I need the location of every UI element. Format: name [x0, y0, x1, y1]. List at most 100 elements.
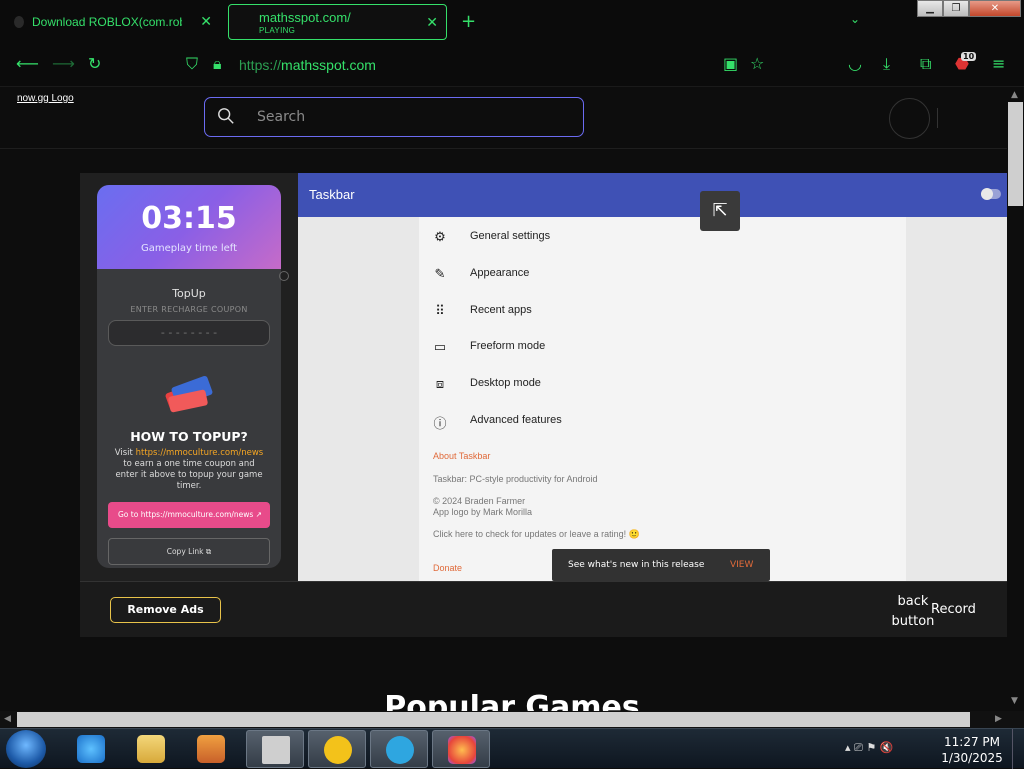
tab-bar: Download ROBLOX(com.roblox ✕ mathsspot.c…: [0, 0, 1024, 44]
url-bar[interactable]: https://mathsspot.com: [239, 57, 376, 73]
search-input[interactable]: Search: [204, 97, 584, 137]
horizontal-scrollbar[interactable]: ◀ ▶: [0, 711, 1024, 728]
gameplay-timer: 03:15: [141, 201, 237, 236]
download-icon[interactable]: ⤓: [883, 56, 890, 72]
game-controls-bar: Remove Ads back button Record: [80, 581, 1007, 637]
back-arrow-icon[interactable]: ⟵: [16, 56, 39, 72]
firefox-icon: [448, 736, 476, 764]
url-host: mathsspot.com: [281, 57, 376, 73]
taskbar-ldplayer[interactable]: [308, 730, 366, 768]
scroll-up-icon[interactable]: ▲: [1011, 90, 1018, 100]
url-scheme: https://: [239, 57, 282, 73]
tab-title: Download ROBLOX(com.roblox: [32, 15, 182, 29]
menu-item-label: Freeform mode: [470, 340, 546, 352]
taskbar-toggle[interactable]: [981, 188, 1001, 200]
folder-icon: [137, 735, 165, 763]
settings-list: ⚙ General settings ✎ Appearance ⠿ Recent ap…: [419, 217, 906, 581]
shield-icon[interactable]: ⛉: [186, 56, 198, 72]
remove-ads-button[interactable]: Remove Ads: [110, 597, 221, 623]
windows-taskbar: ▴ ⎚ ⚑ 🔇 11:27 PM 1/30/2025: [0, 728, 1024, 769]
media-player-icon: [197, 735, 225, 763]
minecraft-creeper-icon: [262, 736, 290, 764]
gear-icon: ⚙: [434, 229, 446, 244]
show-desktop-button[interactable]: [1012, 729, 1024, 769]
avatar[interactable]: [889, 98, 930, 139]
web-page: now.gg Logo Search 03:15 Gameplay time l…: [0, 88, 1007, 711]
game-panel: 03:15 Gameplay time left TopUp ENTER REC…: [80, 173, 1007, 637]
close-window-button[interactable]: ✕: [969, 0, 1021, 17]
minimize-button[interactable]: ▁: [917, 0, 943, 17]
telegram-icon: [386, 736, 414, 764]
forward-arrow-icon[interactable]: ⟶: [52, 56, 75, 72]
tab-close-icon[interactable]: ✕: [200, 13, 212, 30]
coupon-ticket-icon: [165, 375, 213, 413]
popout-icon[interactable]: ⇱: [700, 191, 740, 231]
app-title: Taskbar: [309, 187, 355, 202]
header-divider: [0, 148, 1007, 149]
clock-time: 11:27 PM: [944, 735, 1000, 749]
extension-badge: 10: [961, 52, 977, 61]
popular-games-heading: Popular Games: [384, 690, 640, 711]
lock-icon[interactable]: 🔒︎: [213, 56, 222, 72]
start-button[interactable]: [6, 730, 46, 768]
divider: [937, 108, 938, 128]
maximize-button[interactable]: ❐: [943, 0, 969, 17]
taskbar-file-explorer[interactable]: [122, 730, 180, 768]
tab-favicon-icon: [14, 16, 24, 28]
pocket-icon[interactable]: ◡: [848, 56, 862, 72]
donate-header: Donate: [433, 563, 463, 573]
info-icon: ⓘ: [433, 416, 447, 431]
menu-hamburger-icon[interactable]: ≡: [992, 56, 1005, 72]
coupon-input[interactable]: - - - - - - - -: [108, 320, 270, 346]
menu-item-label: Desktop mode: [470, 377, 541, 389]
horizontal-scroll-thumb[interactable]: [17, 712, 970, 727]
copy-link-button[interactable]: Copy Link ⧉: [108, 538, 270, 565]
timer-label: Gameplay time left: [140, 243, 238, 254]
tab-mathsspot[interactable]: mathsspot.com/ PLAYING ✕: [228, 4, 447, 40]
window-controls: ▁ ❐ ✕: [917, 0, 1021, 17]
picture-in-picture-icon[interactable]: ▣: [723, 56, 738, 72]
reload-icon[interactable]: ↻: [88, 56, 101, 72]
desktop-icon: ⧈: [435, 376, 445, 391]
vertical-scrollbar[interactable]: ▲ ▼: [1007, 88, 1024, 711]
logo-credit: App logo by Mark Morilla: [433, 507, 533, 517]
scroll-left-icon[interactable]: ◀: [4, 714, 11, 724]
window-icon: ▭: [433, 339, 447, 354]
extensions-icon[interactable]: ⧉: [920, 56, 931, 72]
tab-roblox-download[interactable]: Download ROBLOX(com.roblox ✕: [4, 4, 220, 40]
topup-title: TopUp: [172, 287, 206, 300]
visit-link[interactable]: https://mmoculture.com/news: [136, 448, 264, 458]
scroll-down-icon[interactable]: ▼: [1011, 696, 1018, 706]
about-header: About Taskbar: [433, 451, 491, 461]
vertical-scroll-thumb[interactable]: [1008, 102, 1023, 206]
system-tray[interactable]: ▴ ⎚ ⚑ 🔇: [845, 741, 893, 755]
menu-item-label: General settings: [470, 230, 551, 242]
bookmark-star-icon[interactable]: ☆: [750, 56, 764, 72]
card-indicator-icon: [279, 271, 289, 281]
taskbar-telegram[interactable]: [370, 730, 428, 768]
snackbar: See what's new in this release VIEW: [552, 549, 770, 581]
scroll-right-icon[interactable]: ▶: [995, 714, 1002, 724]
rating-link[interactable]: Click here to check for updates or leave…: [433, 529, 640, 540]
taskbar-media-player[interactable]: [182, 730, 240, 768]
list-all-tabs-icon[interactable]: ⌄: [850, 12, 860, 26]
taskbar-firefox[interactable]: [432, 730, 490, 768]
grid-icon: ⠿: [435, 303, 445, 318]
search-icon: [218, 108, 234, 124]
new-tab-button[interactable]: +: [461, 11, 476, 32]
app-content: ⚙ General settings ✎ Appearance ⠿ Recent ap…: [298, 217, 1007, 581]
nowgg-logo[interactable]: now.gg Logo: [17, 93, 74, 104]
clock-date: 1/30/2025: [941, 751, 1003, 765]
ldplayer-icon: [324, 736, 352, 764]
taskbar-minecraft[interactable]: [246, 730, 304, 768]
menu-item-label: Recent apps: [470, 304, 532, 316]
howto-description: Visit https://mmoculture.com/news to ear…: [111, 448, 267, 492]
record-button[interactable]: Record: [931, 602, 976, 617]
navigation-bar: ⟵ ⟶ ↻ ⛉ 🔒︎ https://mathsspot.com ▣ ☆ ◡ ⤓…: [0, 44, 1024, 87]
tab-close-icon[interactable]: ✕: [426, 14, 438, 31]
snackbar-view-button[interactable]: VIEW: [730, 560, 753, 570]
coupon-label: ENTER RECHARGE COUPON: [130, 305, 248, 314]
taskbar-internet-explorer[interactable]: [62, 730, 120, 768]
clock[interactable]: 11:27 PM 1/30/2025: [939, 734, 1005, 766]
go-to-link-button[interactable]: Go to https://mmoculture.com/news ↗: [108, 502, 270, 528]
